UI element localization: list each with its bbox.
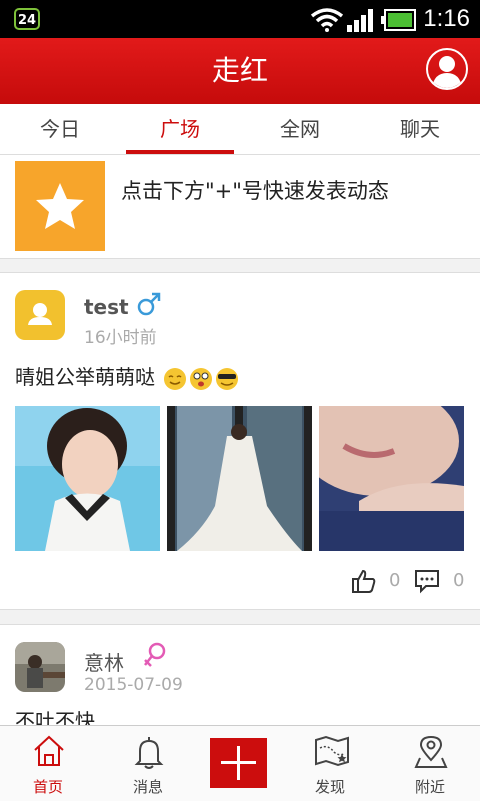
tab-square[interactable]: 广场 [120,104,240,154]
post-photo[interactable] [319,406,464,551]
like-icon[interactable] [351,568,377,594]
male-icon [137,292,161,316]
nav-label: 附近 [414,778,445,796]
notification-badge: 24 [14,8,40,30]
home-icon [34,735,64,766]
post-text: 不吐不快 [15,709,95,725]
battery-icon [381,9,416,31]
post-text: 晴姐公举萌萌哒 [15,365,155,389]
avatar[interactable] [15,642,65,692]
tab-whole-web[interactable]: 全网 [240,104,360,154]
star-icon [36,183,84,229]
post-actions: 0 0 [351,568,466,598]
star-tile [15,161,105,251]
nav-label: 发现 [314,778,345,796]
tab-chat[interactable]: 聊天 [360,104,480,154]
comment-count: 0 [453,570,465,591]
signal-icon [347,9,373,32]
location-pin-icon [414,735,448,768]
app-title: 走红 [211,54,268,87]
bottom-nav: 首页 消息 发现 附近 [0,725,480,801]
feed-post[interactable]: test 16小时前 晴姐公举萌萌哒 0 0 [0,272,480,610]
feed-post[interactable]: 意林 2015-07-09 不吐不快 [0,624,480,725]
post-photo[interactable] [15,406,160,551]
post-text-row: 晴姐公举萌萌哒 [15,361,243,392]
feed[interactable]: 点击下方"+"号快速发表动态 test 16小时前 晴姐公举萌萌哒 0 0 意林… [0,155,480,725]
post-username[interactable]: 意林 [84,647,124,676]
clock: 1:16 [423,5,470,32]
female-icon [144,642,166,667]
post-prompt-banner[interactable]: 点击下方"+"号快速发表动态 [0,155,480,259]
tab-bar: 今日 广场 全网 聊天 [0,104,480,155]
nav-label: 消息 [132,778,163,796]
like-count: 0 [389,570,401,591]
banner-text: 点击下方"+"号快速发表动态 [121,179,389,203]
nav-messages[interactable]: 消息 [100,726,196,801]
avatar[interactable] [15,290,65,340]
post-username[interactable]: test [84,295,129,319]
nav-nearby[interactable]: 附近 [382,726,478,801]
active-tab-indicator [126,150,234,154]
emoji-icons [164,367,239,390]
plus-icon [221,746,256,780]
nav-discover[interactable]: 发现 [282,726,378,801]
status-bar: 24 1:16 [0,0,480,38]
map-icon [315,735,349,767]
post-time: 16小时前 [84,328,157,348]
post-time: 2015-07-09 [84,675,183,695]
wifi-icon [310,8,344,32]
tab-today[interactable]: 今日 [0,104,120,154]
nav-home[interactable]: 首页 [0,726,96,801]
post-photo[interactable] [167,406,312,551]
default-avatar-icon [28,303,52,325]
profile-button[interactable] [426,48,468,90]
user-icon [432,56,462,88]
app-header: 走红 [0,38,480,104]
comment-icon[interactable] [414,568,440,594]
nav-label: 首页 [32,778,63,796]
add-post-button[interactable] [210,738,267,788]
bell-icon [134,737,164,769]
